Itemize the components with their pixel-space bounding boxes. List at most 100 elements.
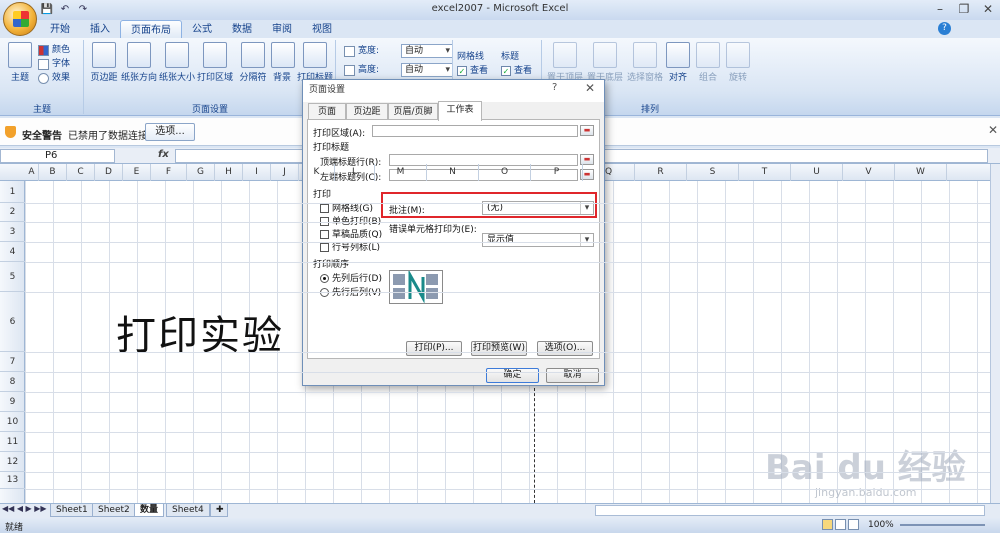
vertical-scrollbar[interactable] (990, 164, 1000, 503)
column-header-f[interactable]: F (151, 164, 187, 181)
row-header-9[interactable]: 9 (0, 392, 25, 412)
draft-checkbox[interactable]: 草稿品质(Q) (320, 227, 382, 240)
horizontal-scrollbar[interactable] (595, 505, 985, 516)
office-button[interactable] (3, 2, 37, 36)
dialog-help-icon[interactable]: ? (552, 82, 557, 93)
send-back-button[interactable]: 置于底层 (586, 42, 624, 83)
options-button[interactable]: 选项(O)... (537, 341, 593, 356)
orientation-button[interactable]: 纸张方向 (121, 42, 157, 83)
headings-view-check[interactable]: ✓ 查看 (501, 64, 532, 78)
column-header-c[interactable]: C (67, 164, 95, 181)
column-header-r[interactable]: R (635, 164, 687, 181)
tab-insert[interactable]: 插入 (80, 20, 120, 39)
sheet-tab-2[interactable]: Sheet2 (92, 504, 136, 517)
zoom-slider[interactable] (900, 524, 985, 526)
column-header-o[interactable]: O (479, 164, 531, 181)
break-view-icon[interactable] (848, 519, 859, 530)
fx-icon[interactable]: fx (158, 149, 169, 160)
column-header-u[interactable]: U (791, 164, 843, 181)
column-header-n[interactable]: N (427, 164, 479, 181)
size-button[interactable]: 纸张大小 (159, 42, 195, 83)
tab-review[interactable]: 审阅 (262, 20, 302, 39)
tab-data[interactable]: 数据 (222, 20, 262, 39)
name-box[interactable]: P6 (0, 149, 115, 163)
dialog-tab-sheet[interactable]: 工作表 (438, 101, 482, 121)
column-header-t[interactable]: T (739, 164, 791, 181)
row-header-1[interactable]: 1 (0, 181, 25, 203)
tab-view[interactable]: 视图 (302, 20, 342, 39)
tab-page-layout[interactable]: 页面布局 (120, 20, 182, 39)
column-header-b[interactable]: B (39, 164, 67, 181)
down-then-over-radio[interactable]: 先列后行(D) (320, 271, 382, 284)
margins-button[interactable]: 页边距 (88, 42, 120, 83)
layout-view-icon[interactable] (835, 519, 846, 530)
sheet-tab-active[interactable]: 数量 (134, 504, 165, 517)
effects-button[interactable]: 效果 (38, 71, 70, 85)
row-header-4[interactable]: 4 (0, 242, 25, 262)
sheet-tab-4[interactable]: Sheet4 (166, 504, 210, 517)
row-header-13[interactable]: 13 (0, 472, 25, 489)
column-header-v[interactable]: V (843, 164, 895, 181)
column-header-k[interactable]: K (299, 164, 335, 181)
column-header-h[interactable]: H (215, 164, 243, 181)
row-header-3[interactable]: 3 (0, 222, 25, 242)
bw-checkbox[interactable]: 单色打印(B) (320, 214, 381, 227)
column-header-s[interactable]: S (687, 164, 739, 181)
height-select[interactable]: 自动 (401, 63, 453, 77)
selection-pane-button[interactable]: 选择窗格 (626, 42, 664, 83)
sheet-nav-icon[interactable]: ◀◀ ◀ ▶ ▶▶ (2, 504, 47, 513)
row-header-7[interactable]: 7 (0, 352, 25, 372)
row-header-8[interactable]: 8 (0, 372, 25, 392)
restore-button[interactable]: ❐ (952, 1, 976, 18)
security-options-button[interactable]: 选项... (145, 123, 195, 141)
print-area-input[interactable] (372, 125, 578, 137)
column-header-w[interactable]: W (895, 164, 947, 181)
column-header-d[interactable]: D (95, 164, 123, 181)
zoom-level[interactable]: 100% (868, 520, 894, 530)
colors-button[interactable]: 颜色 (38, 43, 70, 57)
column-header-i[interactable]: I (243, 164, 271, 181)
normal-view-icon[interactable] (822, 519, 833, 530)
print-preview-button[interactable]: 打印预览(W) (471, 341, 527, 356)
theme-button[interactable]: 主题 (6, 42, 34, 83)
row-header-6[interactable]: 6 (0, 292, 25, 352)
view-buttons[interactable] (822, 519, 862, 531)
security-close-icon[interactable]: ✕ (988, 123, 998, 137)
width-select[interactable]: 自动 (401, 44, 453, 58)
column-header-j[interactable]: J (271, 164, 299, 181)
print-area-button[interactable]: 打印区域 (197, 42, 233, 83)
tab-formulas[interactable]: 公式 (182, 20, 222, 39)
dialog-tab-margins[interactable]: 页边距 (346, 103, 388, 120)
row-header-5[interactable]: 5 (0, 262, 25, 292)
cancel-button[interactable]: 取消 (546, 368, 599, 383)
row-header-12[interactable]: 12 (0, 452, 25, 472)
errors-select[interactable]: 显示值 (482, 233, 594, 247)
tab-home[interactable]: 开始 (40, 20, 80, 39)
group-button[interactable]: 组合 (696, 42, 720, 83)
rotate-button[interactable]: 旋转 (726, 42, 750, 83)
sheet-tab-1[interactable]: Sheet1 (50, 504, 94, 517)
print-area-ref-icon[interactable]: ▬ (580, 125, 594, 136)
row-header-2[interactable]: 2 (0, 203, 25, 222)
close-button[interactable]: ✕ (976, 1, 1000, 18)
column-header-m[interactable]: M (375, 164, 427, 181)
align-button[interactable]: 对齐 (666, 42, 690, 83)
column-header-l[interactable]: L (335, 164, 375, 181)
dialog-tab-page[interactable]: 页面 (308, 103, 346, 120)
row-header-11[interactable]: 11 (0, 432, 25, 452)
minimize-button[interactable]: – (928, 1, 952, 18)
column-header-e[interactable]: E (123, 164, 151, 181)
insert-sheet-icon[interactable]: ✚ (210, 504, 228, 517)
column-header-g[interactable]: G (187, 164, 215, 181)
gridlines-view-check[interactable]: ✓ 查看 (457, 64, 488, 78)
column-header-a[interactable]: A (25, 164, 39, 181)
dialog-close-icon[interactable]: ✕ (585, 81, 595, 95)
ok-button[interactable]: 确定 (486, 368, 539, 383)
background-button[interactable]: 背景 (271, 42, 295, 83)
fonts-button[interactable]: 字体 (38, 57, 70, 71)
help-icon[interactable]: ? (938, 22, 951, 35)
column-header-p[interactable]: P (531, 164, 583, 181)
print-button[interactable]: 打印(P)... (406, 341, 462, 356)
print-titles-button[interactable]: 打印标题 (296, 42, 334, 83)
breaks-button[interactable]: 分隔符 (236, 42, 270, 83)
